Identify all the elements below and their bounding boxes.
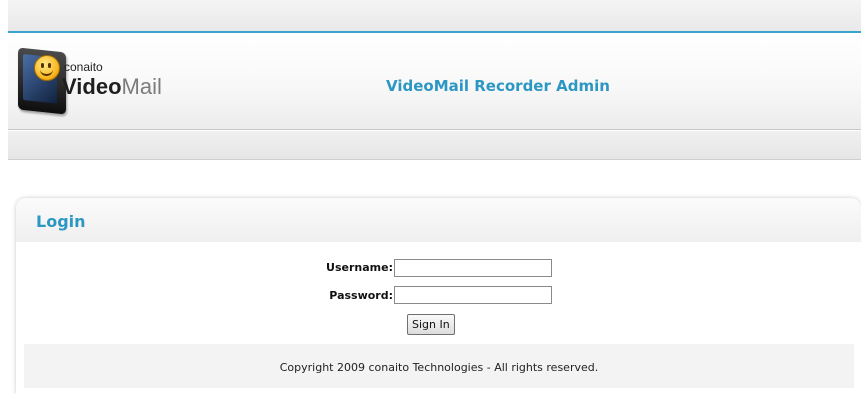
logo-company-text: conaito <box>64 60 103 74</box>
header-divider <box>8 129 861 130</box>
smiley-icon <box>34 55 60 81</box>
navigation-bar <box>8 131 861 160</box>
copyright-text: Copyright 2009 conaito Technologies - Al… <box>279 361 599 374</box>
conaito-videomail-logo: conaito VideoMail <box>18 47 178 115</box>
password-label: Password: <box>329 289 393 302</box>
logo-product-text: VideoMail <box>62 74 162 100</box>
logo-video-text: Video <box>62 74 122 99</box>
login-panel: Login Username: Password: Sign In Copyri… <box>16 198 861 394</box>
footer: Copyright 2009 conaito Technologies - Al… <box>24 344 854 388</box>
sign-in-button[interactable]: Sign In <box>407 314 455 335</box>
username-input[interactable] <box>394 259 552 277</box>
app-title: VideoMail Recorder Admin <box>386 77 610 95</box>
username-label: Username: <box>326 261 393 274</box>
login-title: Login <box>36 212 86 231</box>
password-input[interactable] <box>394 286 552 304</box>
login-panel-header <box>16 198 861 242</box>
logo-mail-text: Mail <box>121 74 162 99</box>
top-strip <box>8 0 861 31</box>
